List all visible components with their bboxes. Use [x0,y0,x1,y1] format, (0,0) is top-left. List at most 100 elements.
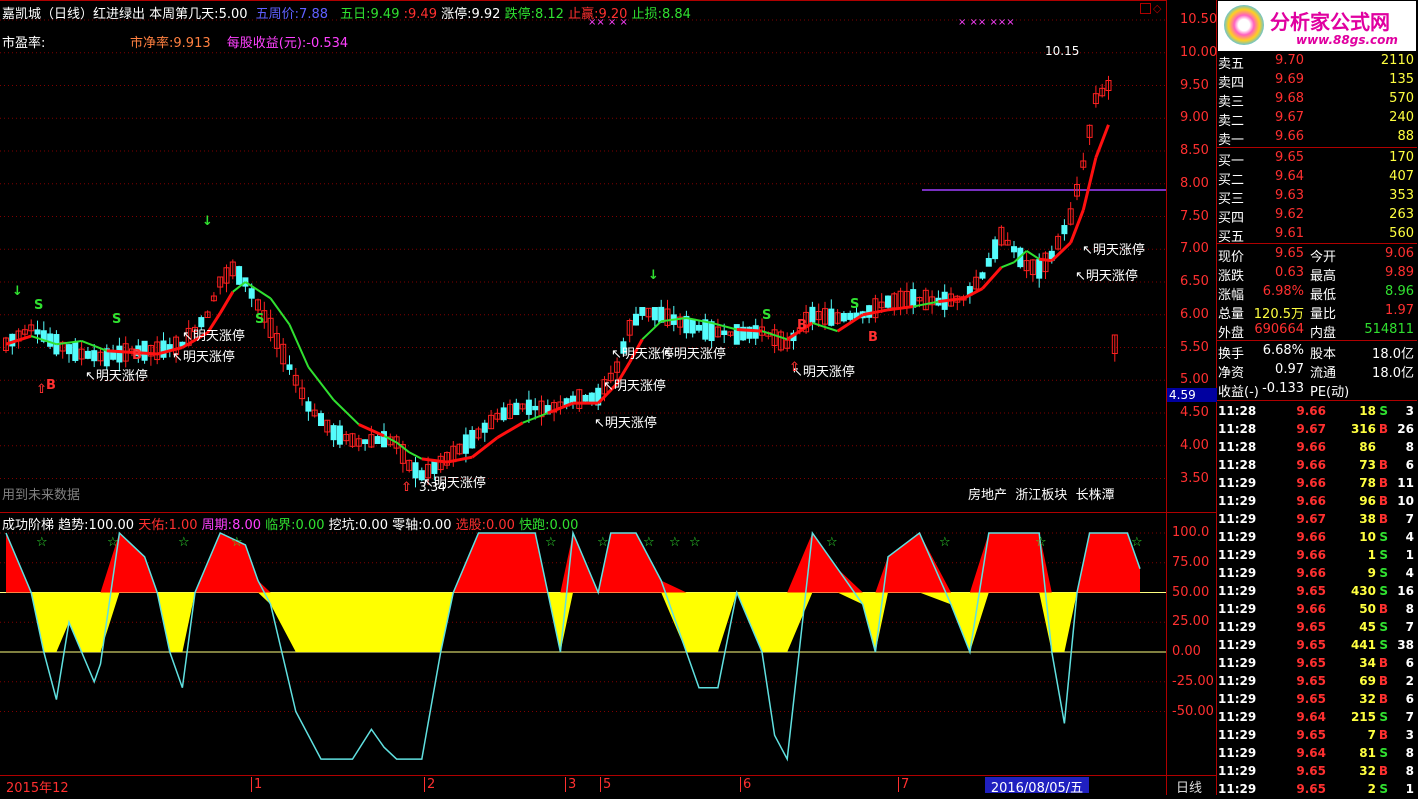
ma-segment [1026,250,1040,260]
limit-up-label: 涨停: [441,7,472,22]
indicator-plot [5,530,1141,762]
star-icon: ☆ [669,535,681,550]
candle-body [34,329,41,335]
cell: 560 [1389,226,1414,241]
cell: 18.0亿 [1372,366,1414,381]
cell: 7 [1367,728,1376,742]
current-date: 2016/08/05/五 [985,777,1089,796]
trade-row: 11:29 9.65 45 S 7 [1218,619,1416,637]
cell: 9.64 [1296,746,1326,760]
cell: 9.65 [1296,692,1326,706]
five-day-value1: 9.49 [370,7,400,22]
period-selector[interactable]: 日线 [1176,777,1202,796]
cell: 8 [1405,440,1414,454]
cell: 9.66 [1296,548,1326,562]
maximize-icon[interactable] [1140,3,1151,14]
price-tick-label: 4.50 [1180,405,1209,420]
candle-body [66,344,72,355]
cell: 407 [1389,169,1414,184]
indicator-tick-label: 25.00 [1172,614,1210,630]
quote-row: 换手 6.68% 股本 18.0亿 [1218,342,1416,362]
cell: S [1379,530,1388,544]
cell: 0.97 [1275,362,1304,377]
star-icon: ☆ [643,535,655,550]
cell: PE(动) [1310,385,1350,400]
price-tick-label: 6.00 [1180,306,1209,322]
cell: 32 [1359,764,1376,778]
cell: 215 [1350,710,1376,724]
cell: 股本 [1310,347,1337,362]
cell: 流通 [1310,366,1337,381]
cell: 96 [1359,494,1376,508]
trade-row: 11:29 9.65 32 B 8 [1218,763,1416,781]
candle-body [639,307,646,316]
ma-segment [1094,124,1110,159]
bid-row: 买一 9.65 170 [1218,149,1416,169]
limit-up-annotation: ↖明天涨停 [792,365,855,380]
up-arrow-icon: ⇧ [789,360,800,375]
cell: 11:28 [1218,422,1257,436]
logo-url: www.88gs.com [1296,33,1398,47]
cell: 9.66 [1296,602,1326,616]
cell: 11:29 [1218,548,1257,562]
cell: 内盘 [1310,326,1337,341]
price-tick-label: 10.50 [1180,12,1218,27]
buy-signal: B [46,378,56,393]
cell: 8 [1405,764,1414,778]
stock-name[interactable]: 嘉凯城（日线） [2,7,93,22]
down-arrow-icon: ↓ [12,284,23,299]
cell: 11:29 [1218,512,1257,526]
candle-body [330,425,337,441]
cell: 9.67 [1296,422,1326,436]
cell: B [1378,764,1388,778]
cell: 10 [1397,494,1414,508]
limit-up-annotation: ↖明天涨停 [663,347,726,362]
cell: 11:29 [1218,692,1257,706]
indicator-title[interactable]: 成功阶梯 [2,518,54,533]
cell: 4 [1405,566,1414,580]
ask-row: 卖四 9.69 135 [1218,71,1416,91]
limit-up-annotation: ↖明天涨停 [1082,243,1145,258]
quote-row: 外盘 690664 内盘 514811 [1218,321,1416,341]
week-day-value: 5.00 [218,7,248,22]
candle-body [500,407,507,421]
cell: 总量 [1218,307,1245,322]
sell-signal: S [850,297,860,312]
cell: 9.70 [1275,53,1304,68]
candle-body [362,439,369,445]
candle-body [412,462,419,479]
cell: 10 [1359,530,1376,544]
limit-down-value: 8.12 [534,7,564,22]
limit-up-annotation: ↖明天涨停 [594,416,657,431]
limit-up-annotation: ↖明天涨停 [423,476,486,491]
cell: 11:29 [1218,620,1257,634]
period-label: 周期: [201,518,233,533]
quote-row: 总量 120.5万 量比 1.97 [1218,302,1416,322]
candle-body [696,324,702,331]
time-tick-label: 2 [424,777,435,792]
trade-row: 11:28 9.66 73 B 6 [1218,457,1416,475]
cell: S [1379,548,1388,562]
trade-row: 11:29 9.64 81 S 8 [1218,745,1416,763]
sell-signal: S [255,312,265,327]
cell: 9.89 [1385,265,1414,280]
logo-banner[interactable]: 分析家公式网 www.88gs.com [1218,1,1416,51]
trade-row: 11:28 9.67 316 B 26 [1218,421,1416,439]
cell: 570 [1389,91,1414,106]
sector-tag[interactable]: 长株潭 [1076,488,1115,503]
quote-row: 现价 9.65 今开 9.06 [1218,245,1416,265]
cell: 涨跌 [1218,269,1245,284]
sector-tag[interactable]: 房地产 [968,488,1007,503]
sector-tag[interactable]: 浙江板块 [1015,488,1067,503]
indicator-name: 红进绿出 [93,7,146,22]
time-tick-label: 1 [251,777,262,792]
cell: 11:29 [1218,638,1257,652]
candle-body [305,401,312,412]
cell: 9.67 [1296,512,1326,526]
cell: 9.62 [1275,207,1304,222]
candle-body [866,305,873,318]
diamond-icon[interactable]: ◇ [1153,2,1161,15]
candle-body [336,425,343,445]
candle-body [91,350,98,362]
cell: 11:29 [1218,530,1257,544]
